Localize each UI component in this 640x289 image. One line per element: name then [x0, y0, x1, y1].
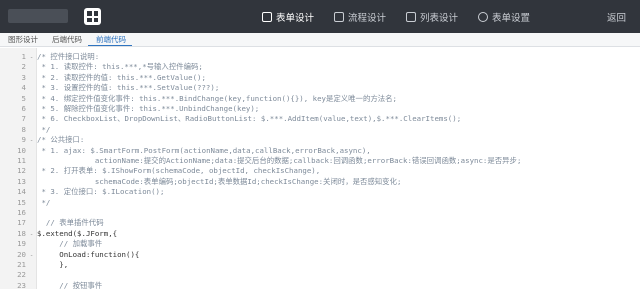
line-number: 15 [17, 197, 26, 207]
code-line: 16 [0, 207, 640, 218]
code-line: 3 * 2. 读取控件的值: this.***.GetValue(); [0, 72, 640, 83]
nav-form-design[interactable]: 表单设计 [262, 0, 314, 33]
code-line: 4 * 3. 设置控件的值: this.***.SetValue(???); [0, 82, 640, 93]
code-text: * 2. 读取控件的值: this.***.GetValue(); [37, 72, 206, 82]
header-actions: 返回 [607, 0, 640, 33]
code-line: 22 [0, 269, 640, 280]
form-icon [262, 11, 272, 22]
line-number: 3 [21, 72, 26, 82]
line-number: 1 [21, 52, 26, 61]
nav-list-design[interactable]: 列表设计 [406, 0, 458, 33]
back-button[interactable]: 返回 [607, 10, 626, 24]
line-number: 13 [17, 176, 26, 186]
line-number: 11 [17, 156, 26, 165]
settings-icon [478, 11, 489, 22]
apps-grid-icon[interactable] [84, 8, 101, 25]
line-number: 8 [21, 124, 26, 134]
code-line: 12 * 2. 打开表单: $.IShowForm(schemaCode, ob… [0, 165, 640, 176]
code-line: 21 }, [0, 259, 640, 270]
sub-tabs: 图形设计 后端代码 前端代码 [0, 33, 640, 47]
tab-backend-code[interactable]: 后端代码 [44, 33, 88, 46]
nav-flow-design[interactable]: 流程设计 [334, 0, 386, 33]
line-number: 19 [17, 239, 26, 249]
code-line: 15 */ [0, 197, 640, 208]
code-text: * 1. 读取控件: this.***,*号输入控件编码; [37, 62, 203, 72]
code-text: OnLoad:function(){ [37, 249, 140, 259]
line-number: 2 [21, 62, 26, 72]
code-line: 6 * 5. 解除控件值变化事件: this.***.UnbindChange(… [0, 103, 640, 114]
code-text: $.extend($.JForm,{ [37, 228, 118, 238]
code-line: 1-/* 控件接口说明: [0, 51, 640, 62]
code-line: 8 */ [0, 124, 640, 135]
line-number: 7 [21, 114, 26, 124]
code-text: * 5. 解除控件值变化事件: this.***.UnbindChange(ke… [37, 104, 260, 113]
line-number: 18 [17, 228, 26, 238]
code-line: 10 * 1. ajax: $.SmartForm.PostForm(actio… [0, 145, 640, 156]
code-text: * 1. ajax: $.SmartForm.PostForm(actionNa… [37, 145, 371, 155]
code-line: 19 // 加载事件 [0, 238, 640, 249]
line-number: 9 [21, 135, 26, 145]
code-text: /* 公共接口: [37, 135, 85, 145]
line-number: 6 [21, 104, 26, 113]
code-line: 5 * 4. 绑定控件值变化事件: this.***.BindChange(ke… [0, 93, 640, 104]
code-editor[interactable]: 1-/* 控件接口说明: 2 * 1. 读取控件: this.***,*号输入控件… [0, 48, 640, 289]
code-line: 17 // 表单插件代码 [0, 217, 640, 228]
code-text: schemaCode:表单编码;objectId;表单数据Id;checkIsC… [37, 176, 402, 186]
line-number: 14 [17, 187, 26, 197]
code-text: */ [37, 197, 51, 207]
code-line: 11 actionName:提交的ActionName;data:提交后台的数据… [0, 155, 640, 166]
code-line: 14 * 3. 定位接口: $.ILocation(); [0, 186, 640, 197]
line-number: 5 [21, 93, 26, 103]
code-text: * 6. CheckboxList、DropDownList、RadioButt… [37, 114, 462, 124]
line-number: 22 [17, 270, 26, 280]
line-number: 17 [17, 218, 26, 228]
logo [8, 9, 68, 23]
main-nav: 表单设计 流程设计 列表设计 表单设置 [262, 0, 550, 33]
code-line: 18- $.extend($.JForm,{ [0, 228, 640, 239]
nav-form-settings-label: 表单设置 [492, 12, 531, 24]
code-text: // 按钮事件 [37, 280, 103, 289]
code-text: /* 控件接口说明: [37, 52, 100, 61]
code-line: 20- OnLoad:function(){ [0, 249, 640, 260]
code-text: * 3. 定位接口: $.ILocation(); [37, 187, 165, 197]
code-text: * 4. 绑定控件值变化事件: this.***.BindChange(key,… [37, 93, 397, 103]
line-number: 20 [17, 249, 26, 259]
top-bar: 表单设计 流程设计 列表设计 表单设置 返回 [0, 0, 640, 33]
code-text: // 表单插件代码 [37, 218, 104, 228]
code-line: 13 schemaCode:表单编码;objectId;表单数据Id;check… [0, 176, 640, 187]
line-number: 12 [17, 166, 26, 176]
line-number: 21 [17, 260, 26, 269]
line-number: 4 [21, 83, 26, 93]
code-text: * 2. 打开表单: $.IShowForm(schemaCode, objec… [37, 166, 321, 176]
nav-form-settings[interactable]: 表单设置 [478, 0, 530, 33]
tab-graphic-design[interactable]: 图形设计 [0, 33, 44, 46]
code-line: 9-/* 公共接口: [0, 134, 640, 145]
code-text: */ [37, 124, 51, 134]
nav-form-design-label: 表单设计 [276, 12, 315, 24]
line-number: 23 [17, 280, 26, 289]
line-number: 10 [17, 145, 26, 155]
line-number: 16 [17, 208, 26, 217]
code-line: 23 // 按钮事件 [0, 280, 640, 289]
code-text: }, [37, 260, 69, 269]
code-text: actionName:提交的ActionName;data:提交后台的数据;ca… [37, 156, 522, 165]
code-text: // 加载事件 [37, 239, 103, 249]
tab-frontend-code[interactable]: 前端代码 [88, 33, 132, 46]
code-line: 7 * 6. CheckboxList、DropDownList、RadioBu… [0, 113, 640, 124]
nav-flow-design-label: 流程设计 [348, 12, 387, 24]
flow-icon [334, 11, 345, 22]
code-line: 2 * 1. 读取控件: this.***,*号输入控件编码; [0, 61, 640, 72]
list-icon [406, 11, 417, 22]
nav-list-design-label: 列表设计 [420, 12, 459, 24]
code-text: * 3. 设置控件的值: this.***.SetValue(???); [37, 83, 220, 93]
